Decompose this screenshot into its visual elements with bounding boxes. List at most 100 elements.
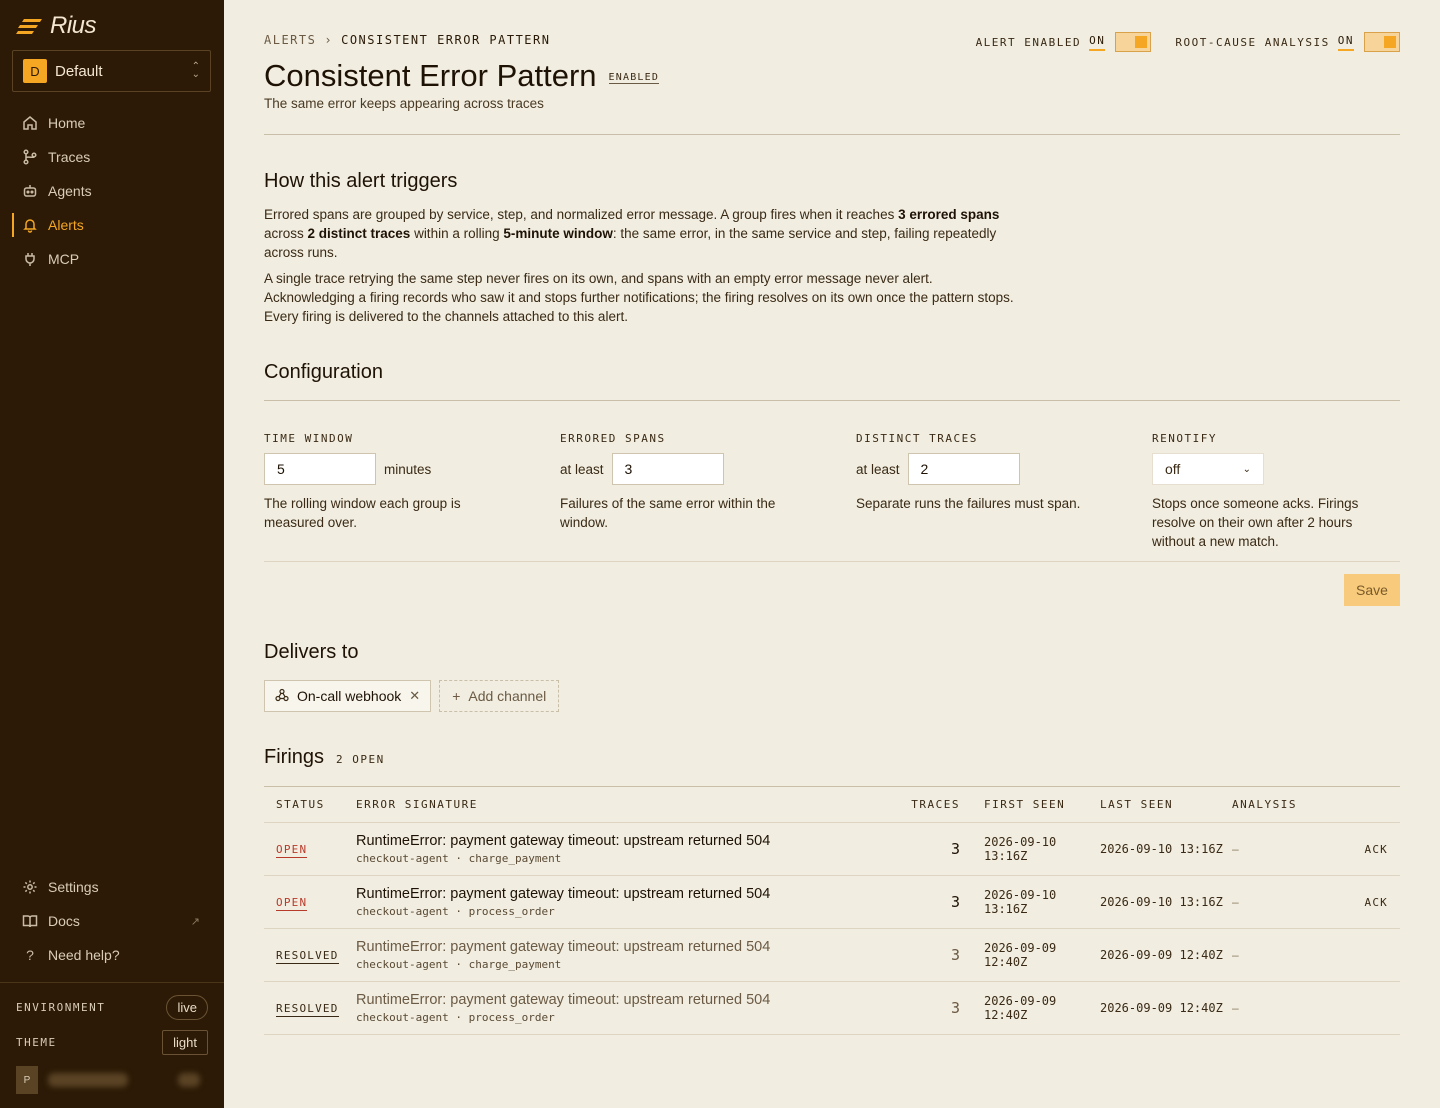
nav-label: Need help?: [48, 947, 120, 963]
nav-item-home[interactable]: Home: [0, 106, 224, 140]
save-button[interactable]: Save: [1344, 574, 1400, 606]
nav-item-mcp[interactable]: MCP: [0, 242, 224, 276]
avatar: P: [16, 1066, 38, 1094]
nav-item-help[interactable]: ? Need help?: [0, 938, 224, 972]
nav-item-agents[interactable]: Agents: [0, 174, 224, 208]
logo-icon: [16, 19, 42, 34]
last-seen: 2026-09-10 13:16Z: [1100, 842, 1223, 856]
nav-label: Home: [48, 115, 86, 131]
firings-heading: Firings: [264, 746, 325, 768]
col-traces: TRACES: [911, 798, 960, 811]
sidebar-divider: [0, 982, 224, 983]
table-row[interactable]: RESOLVED RuntimeError: payment gateway t…: [264, 982, 1400, 1035]
emphasis: 5-minute window: [503, 226, 613, 241]
renotify-label: RENOTIFY: [1152, 432, 1217, 445]
errored-spans-input[interactable]: [611, 453, 724, 485]
emphasis: 3 errored spans: [898, 207, 1000, 222]
remove-channel-icon[interactable]: ✕: [409, 688, 420, 704]
table-row[interactable]: OPEN RuntimeError: payment gateway timeo…: [264, 876, 1400, 929]
user-menu[interactable]: P: [16, 1066, 200, 1094]
rca-switch[interactable]: [1364, 32, 1400, 52]
ack-button[interactable]: ACK: [1365, 896, 1388, 909]
add-channel-button[interactable]: + Add channel: [439, 680, 560, 712]
user-menu-redacted: [178, 1073, 200, 1087]
trace-count: 3: [950, 998, 960, 1017]
status-badge: ENABLED: [608, 72, 660, 84]
environment-row: ENVIRONMENT live: [16, 995, 208, 1020]
user-name-redacted: [48, 1073, 128, 1087]
alert-enabled-switch[interactable]: [1115, 32, 1152, 52]
book-icon: [22, 913, 38, 929]
status-badge: OPEN: [276, 896, 308, 911]
nav-label: MCP: [48, 251, 80, 267]
nav-item-alerts[interactable]: Alerts: [0, 208, 224, 242]
logo[interactable]: Rius: [16, 12, 97, 40]
status-badge: RESOLVED: [276, 949, 339, 964]
home-icon: [22, 115, 38, 131]
how-paragraph-2: A single trace retrying the same step ne…: [264, 271, 1014, 324]
agent-name: checkout-agent: [356, 1011, 449, 1024]
delivers-heading: Delivers to: [264, 641, 359, 663]
error-signature: RuntimeError: payment gateway timeout: u…: [356, 992, 771, 1008]
firings-header: Firings 2 OPEN: [264, 746, 385, 769]
trace-count: 3: [950, 945, 960, 964]
first-seen: 2026-09-10 13:16Z: [984, 888, 1057, 916]
renotify-select[interactable]: off ⌄: [1152, 453, 1264, 485]
nav-label: Settings: [48, 879, 99, 895]
first-seen: 2026-09-10 13:16Z: [984, 835, 1057, 863]
breadcrumb-separator: ›: [324, 33, 334, 47]
time-window-label: TIME WINDOW: [264, 432, 354, 445]
status-badge: RESOLVED: [276, 1002, 339, 1017]
time-window-input[interactable]: [264, 453, 376, 485]
firings-table: STATUS ERROR SIGNATURE TRACES FIRST SEEN…: [264, 786, 1400, 1035]
nav-item-traces[interactable]: Traces: [0, 140, 224, 174]
environment-pill[interactable]: live: [166, 995, 208, 1020]
breadcrumb-alerts[interactable]: ALERTS: [264, 33, 316, 47]
main-nav: Home Traces Agents Alerts MCP: [0, 106, 224, 276]
webhook-icon: [275, 688, 289, 705]
bell-icon: [22, 217, 38, 233]
col-signature: ERROR SIGNATURE: [356, 798, 478, 811]
alert-enabled-state: ON: [1089, 34, 1106, 51]
table-row[interactable]: OPEN RuntimeError: payment gateway timeo…: [264, 823, 1400, 876]
errored-spans-help: Failures of the same error within the wi…: [560, 496, 776, 530]
traces-icon: [22, 149, 38, 165]
workspace-switcher[interactable]: D Default ⌃ ⌄: [12, 50, 211, 92]
last-seen: 2026-09-09 12:40Z: [1100, 1001, 1223, 1015]
rca-state: ON: [1337, 34, 1354, 51]
agents-icon: [22, 183, 38, 199]
page-title-text: Consistent Error Pattern: [264, 58, 597, 93]
step-name: process_order: [468, 905, 555, 918]
nav-label: Docs: [48, 913, 80, 929]
error-signature: RuntimeError: payment gateway timeout: u…: [356, 833, 771, 849]
channel-label: On-call webhook: [297, 688, 402, 704]
logo-text: Rius: [50, 12, 97, 39]
distinct-traces-input[interactable]: [907, 453, 1020, 485]
last-seen: 2026-09-10 13:16Z: [1100, 895, 1223, 909]
table-row[interactable]: RESOLVED RuntimeError: payment gateway t…: [264, 929, 1400, 982]
nav-item-settings[interactable]: Settings: [0, 870, 224, 904]
nav-label: Alerts: [48, 217, 84, 233]
config-divider: [264, 400, 1400, 401]
errored-spans-label: ERRORED SPANS: [560, 432, 666, 445]
analysis-value: –: [1232, 895, 1239, 909]
ack-button[interactable]: ACK: [1365, 843, 1388, 856]
plus-icon: +: [452, 688, 461, 704]
time-window-field: TIME WINDOW minutes The rolling window e…: [264, 432, 504, 532]
error-signature: RuntimeError: payment gateway timeout: u…: [356, 886, 771, 902]
alert-enabled-toggle[interactable]: ALERT ENABLED ON: [976, 32, 1152, 52]
gear-icon: [22, 879, 38, 895]
theme-toggle[interactable]: light: [162, 1030, 208, 1055]
channel-chip[interactable]: On-call webhook ✕: [264, 680, 432, 712]
nav-label: Agents: [48, 183, 92, 199]
page-subtitle: The same error keeps appearing across tr…: [264, 96, 544, 111]
config-heading: Configuration: [264, 361, 383, 383]
alert-enabled-label: ALERT ENABLED: [975, 35, 1082, 49]
distinct-traces-prefix: at least: [856, 461, 900, 477]
how-paragraph-1: Errored spans are grouped by service, st…: [264, 205, 1024, 262]
renotify-help: Stops once someone acks. Firings resolve…: [1152, 496, 1359, 549]
rca-toggle[interactable]: ROOT-CAUSE ANALYSIS ON: [1175, 32, 1400, 52]
nav-item-docs[interactable]: Docs ↗: [0, 904, 224, 938]
trace-count: 3: [950, 839, 960, 858]
error-signature: RuntimeError: payment gateway timeout: u…: [356, 939, 771, 955]
